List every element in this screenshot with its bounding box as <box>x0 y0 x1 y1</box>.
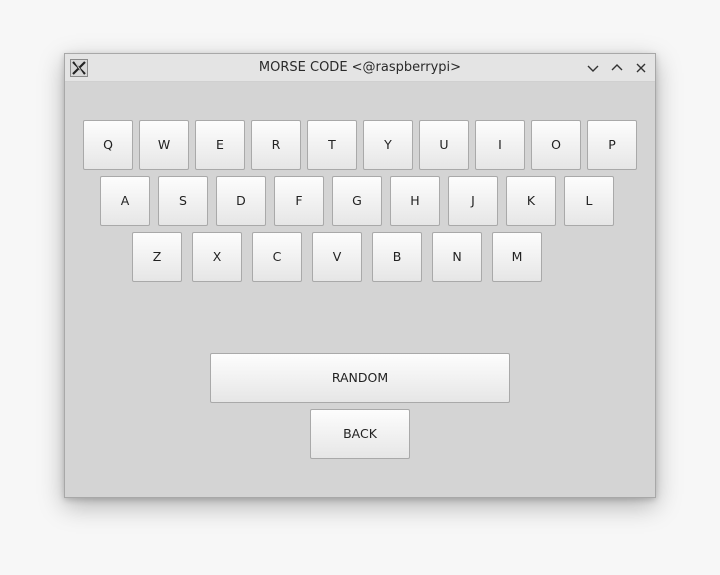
key-c[interactable]: C <box>252 232 302 282</box>
key-n[interactable]: N <box>432 232 482 282</box>
key-m[interactable]: M <box>492 232 542 282</box>
key-d[interactable]: D <box>216 176 266 226</box>
key-a[interactable]: A <box>100 176 150 226</box>
key-e[interactable]: E <box>195 120 245 170</box>
key-k[interactable]: K <box>506 176 556 226</box>
key-i[interactable]: I <box>475 120 525 170</box>
x-window-icon[interactable] <box>70 59 88 77</box>
key-s[interactable]: S <box>158 176 208 226</box>
key-b[interactable]: B <box>372 232 422 282</box>
key-l[interactable]: L <box>564 176 614 226</box>
key-y[interactable]: Y <box>363 120 413 170</box>
close-icon[interactable] <box>632 59 650 77</box>
morse-code-window: MORSE CODE <@raspberrypi> Q W E R T Y U … <box>64 53 656 498</box>
key-z[interactable]: Z <box>132 232 182 282</box>
chevron-down-icon[interactable] <box>584 59 602 77</box>
key-j[interactable]: J <box>448 176 498 226</box>
key-u[interactable]: U <box>419 120 469 170</box>
key-g[interactable]: G <box>332 176 382 226</box>
key-q[interactable]: Q <box>83 120 133 170</box>
key-f[interactable]: F <box>274 176 324 226</box>
chevron-up-icon[interactable] <box>608 59 626 77</box>
key-r[interactable]: R <box>251 120 301 170</box>
window-title: MORSE CODE <@raspberrypi> <box>258 60 462 75</box>
key-h[interactable]: H <box>390 176 440 226</box>
key-x[interactable]: X <box>192 232 242 282</box>
key-o[interactable]: O <box>531 120 581 170</box>
key-w[interactable]: W <box>139 120 189 170</box>
title-bar[interactable]: MORSE CODE <@raspberrypi> <box>65 54 655 82</box>
back-button[interactable]: BACK <box>310 409 410 459</box>
key-v[interactable]: V <box>312 232 362 282</box>
key-p[interactable]: P <box>587 120 637 170</box>
random-button[interactable]: RANDOM <box>210 353 510 403</box>
key-t[interactable]: T <box>307 120 357 170</box>
